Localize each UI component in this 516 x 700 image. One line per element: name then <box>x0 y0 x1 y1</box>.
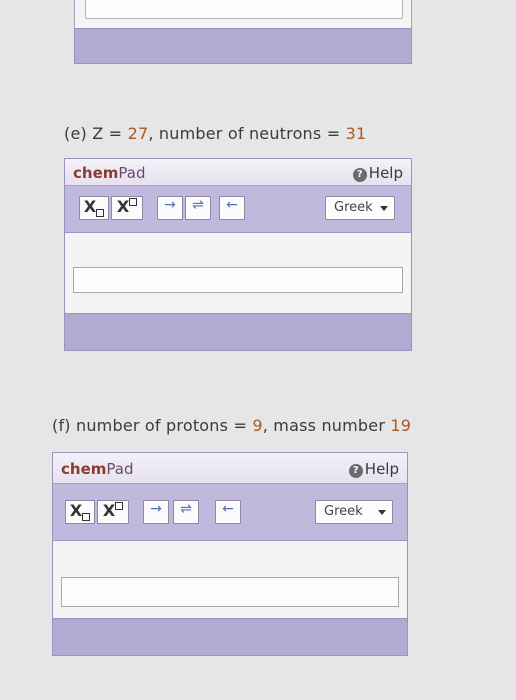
superscript-box-icon <box>115 502 124 510</box>
greek-dropdown[interactable]: Greek <box>315 500 393 524</box>
subscript-button[interactable]: X <box>65 500 95 524</box>
chempad-title: chemPad <box>73 164 145 182</box>
question-f-middle: , mass number <box>262 416 391 435</box>
greek-label: Greek <box>324 504 363 519</box>
chempad-title-chem: chem <box>61 460 107 478</box>
chempad-e: chemPad ? Help X X → ⇌ ← Greek <box>64 158 412 351</box>
help-label: Help <box>368 164 403 182</box>
left-arrow-icon: ← <box>226 197 238 213</box>
chempad-answer-input[interactable] <box>61 577 399 607</box>
equilibrium-arrow-icon: ⇌ <box>180 501 192 517</box>
question-f-text: (f) number of protons = 9, mass number 1… <box>52 416 411 435</box>
superscript-x: X <box>116 197 130 216</box>
right-arrow-icon: → <box>164 197 176 213</box>
chempad-title: chemPad <box>61 460 133 478</box>
subscript-x: X <box>69 501 83 520</box>
previous-answer-input[interactable] <box>85 0 403 19</box>
help-label: Help <box>364 460 399 478</box>
chempad-answer-area <box>53 541 407 617</box>
question-e-middle: , number of neutrons = <box>148 124 346 143</box>
chevron-down-icon <box>380 206 388 211</box>
previous-chempad-footer <box>74 28 412 64</box>
help-icon: ? <box>348 464 363 478</box>
subscript-box-icon <box>96 209 105 217</box>
reaction-arrow-button[interactable]: → <box>157 196 183 220</box>
chempad-answer-area <box>65 233 411 309</box>
equilibrium-arrow-button[interactable]: ⇌ <box>173 500 199 524</box>
chempad-toolbar: X X → ⇌ ← Greek <box>53 484 407 541</box>
chempad-footer <box>53 618 407 655</box>
question-e-prefix: (e) Z = <box>64 124 128 143</box>
equilibrium-arrow-icon: ⇌ <box>192 197 204 213</box>
help-link[interactable]: ? Help <box>352 164 403 182</box>
equilibrium-arrow-button[interactable]: ⇌ <box>185 196 211 220</box>
question-e-text: (e) Z = 27, number of neutrons = 31 <box>64 124 366 143</box>
subscript-box-icon <box>82 513 91 521</box>
previous-chempad-bottom <box>74 0 412 64</box>
chempad-answer-input[interactable] <box>73 267 403 293</box>
help-link[interactable]: ? Help <box>348 460 399 478</box>
chempad-footer <box>65 313 411 350</box>
previous-answer-area <box>74 0 412 28</box>
left-arrow-button[interactable]: ← <box>215 500 241 524</box>
left-arrow-icon: ← <box>222 501 234 517</box>
superscript-button[interactable]: X <box>111 196 143 220</box>
question-f-mass-value: 19 <box>390 416 412 435</box>
chempad-title-chem: chem <box>73 164 119 182</box>
superscript-button[interactable]: X <box>97 500 129 524</box>
chempad-title-pad: Pad <box>118 164 146 182</box>
reaction-arrow-button[interactable]: → <box>143 500 169 524</box>
question-f-protons-value: 9 <box>252 416 263 435</box>
superscript-box-icon <box>129 198 138 206</box>
greek-dropdown[interactable]: Greek <box>325 196 395 220</box>
chempad-toolbar: X X → ⇌ ← Greek <box>65 186 411 233</box>
question-e-neutrons-value: 31 <box>345 124 367 143</box>
subscript-x: X <box>83 197 97 216</box>
question-e-z-value: 27 <box>127 124 149 143</box>
chempad-f: chemPad ? Help X X → ⇌ ← Greek <box>52 452 408 656</box>
superscript-x: X <box>102 501 116 520</box>
help-icon: ? <box>352 168 367 182</box>
right-arrow-icon: → <box>150 501 162 517</box>
left-arrow-button[interactable]: ← <box>219 196 245 220</box>
greek-label: Greek <box>334 200 373 215</box>
question-f-prefix: (f) number of protons = <box>52 416 253 435</box>
chempad-header: chemPad ? Help <box>53 453 407 484</box>
chevron-down-icon <box>378 510 386 515</box>
chempad-title-pad: Pad <box>106 460 134 478</box>
subscript-button[interactable]: X <box>79 196 109 220</box>
chempad-header: chemPad ? Help <box>65 159 411 186</box>
